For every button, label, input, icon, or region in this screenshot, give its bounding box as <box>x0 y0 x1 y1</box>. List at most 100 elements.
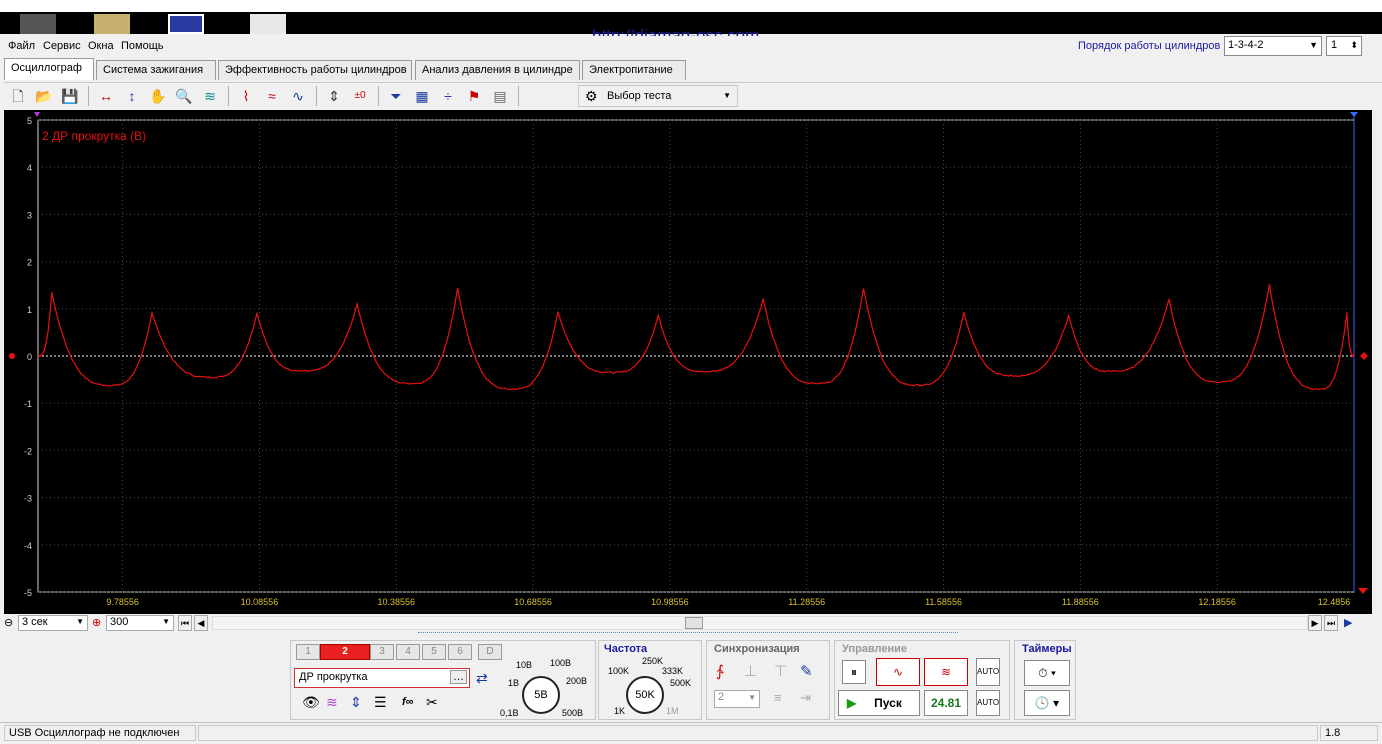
probe-browse-button[interactable]: … <box>450 670 467 684</box>
auto-icon: AUTO <box>977 667 1000 676</box>
probe-field[interactable]: ДР прокрутка… <box>294 668 470 688</box>
status-connection: USB Осциллограф не подключен <box>4 725 196 741</box>
timer-button-2[interactable]: 🕓 ▾ <box>1024 690 1070 716</box>
zero-level-marker-right[interactable] <box>1360 352 1368 360</box>
time-scale-combo[interactable]: 3 сек ▼ <box>18 615 88 631</box>
points-combo[interactable]: 300 ▼ <box>106 615 174 631</box>
scroll-track[interactable] <box>212 616 1308 630</box>
notes-icon[interactable]: ▤ <box>490 86 510 106</box>
funnel-filter-icon[interactable]: ⏷ <box>386 86 406 106</box>
chevron-down-icon: ▼ <box>1309 40 1318 50</box>
auto-run-button[interactable]: AUTO <box>976 690 1000 716</box>
start-label: Пуск <box>874 696 902 710</box>
cylinder-order-value: 1-3-4-2 <box>1228 39 1264 51</box>
auto-scale-icon[interactable]: ⇕ <box>324 86 344 106</box>
scroll-thumb[interactable] <box>685 617 703 629</box>
frequency-knob[interactable]: 50K <box>626 676 664 714</box>
channel-button-1[interactable]: 1 <box>296 644 320 660</box>
zero-level-icon[interactable]: ±0 <box>350 86 370 106</box>
x-tick-label: 10.98556 <box>651 597 689 607</box>
channel-button-6[interactable]: 6 <box>448 644 472 660</box>
waveform-compare-icon[interactable]: ≈ <box>262 86 282 106</box>
start-button[interactable]: ▶ Пуск <box>838 690 920 716</box>
function-icon[interactable]: f∞ <box>402 696 414 708</box>
channel-button-3[interactable]: 3 <box>370 644 394 660</box>
probe-swap-icon[interactable]: ⇄ <box>476 670 488 687</box>
voltage-label-1v: 1В <box>508 678 520 688</box>
channel-button-5[interactable]: 5 <box>422 644 446 660</box>
waveform-overlay-icon[interactable]: ∿ <box>288 86 308 106</box>
bottom-limit-marker <box>1358 588 1368 594</box>
timer-button-1[interactable]: ⏱ ▾ <box>1024 660 1070 686</box>
eye-icon[interactable]: 👁 <box>302 694 320 711</box>
cursor-vertical-icon[interactable]: ↕ <box>122 86 142 106</box>
test-select[interactable]: ⚙ Выбор теста ▼ <box>578 85 738 107</box>
vertical-shift-icon[interactable]: ⇕ <box>350 694 362 711</box>
tab-cylinder-efficiency[interactable]: Эффективность работы цилиндров <box>218 60 412 80</box>
sync-level-icon[interactable]: ≡ <box>774 690 782 705</box>
menu-windows[interactable]: Окна <box>88 40 114 52</box>
sync-channel-combo[interactable]: 2 ▼ <box>714 690 760 708</box>
sync-negative-pulse-icon[interactable]: ⊤ <box>774 662 787 680</box>
plus-circle-icon[interactable]: ⊕ <box>92 616 101 629</box>
single-mode-button[interactable]: ∿ <box>876 658 920 686</box>
cursor-horizontal-icon[interactable]: ↔ <box>96 86 116 106</box>
voltage-knob[interactable]: 5В <box>522 676 560 714</box>
continuous-mode-button[interactable]: ≋ <box>924 658 968 686</box>
stepper-arrows-icon[interactable]: ⬍ <box>1350 40 1358 51</box>
freq-label-1m: 1M <box>666 706 679 716</box>
toolbar-separator <box>88 86 89 106</box>
waveform-icon[interactable]: ≋ <box>326 694 338 711</box>
scroll-first-button[interactable]: ⏮ <box>178 615 192 631</box>
minus-circle-icon[interactable]: ⊖ <box>4 616 13 629</box>
right-cursor-marker[interactable] <box>1350 112 1358 117</box>
table-icon[interactable]: ▦ <box>412 86 432 106</box>
lines-icon[interactable]: ☰ <box>374 694 387 711</box>
chevron-down-icon: ▼ <box>162 617 170 626</box>
channel-button-4[interactable]: 4 <box>396 644 420 660</box>
split-icon[interactable]: ÷ <box>438 86 458 106</box>
menu-service[interactable]: Сервис <box>43 40 81 52</box>
freq-label-333k: 333K <box>662 666 684 676</box>
tab-ignition[interactable]: Система зажигания <box>96 60 216 80</box>
zero-level-marker-left[interactable] <box>9 353 15 359</box>
channel-label: 2 ДР прокрутка (В) <box>42 129 146 143</box>
save-icon[interactable]: 💾 <box>60 86 80 106</box>
scroll-prev-button[interactable]: ◀ <box>194 615 208 631</box>
channel-button-2[interactable]: 2 <box>320 644 370 660</box>
x-tick-label: 10.08556 <box>241 597 279 607</box>
play-arrow-icon[interactable]: ▶ <box>1344 616 1352 629</box>
layers-icon[interactable]: ≋ <box>200 86 220 106</box>
signal-filter-icon[interactable]: ⌇ <box>236 86 256 106</box>
sync-rising-edge-icon[interactable]: ∱ <box>716 662 724 680</box>
tools-icon[interactable]: ✂ <box>426 694 438 711</box>
scroll-last-button[interactable]: ⏭ <box>1324 615 1338 631</box>
sync-channel-value: 2 <box>718 691 725 703</box>
menu-file[interactable]: Файл <box>8 40 35 52</box>
sync-manual-icon[interactable]: ✎ <box>800 662 813 680</box>
open-folder-icon[interactable]: 📂 <box>34 86 54 106</box>
tab-pressure-analysis[interactable]: Анализ давления в цилиндре <box>415 60 580 80</box>
oscilloscope-screen[interactable]: 5 4 3 2 1 0 -1 -2 -3 -4 -5 9.78556 10.08556 10.38556 1… <box>4 110 1372 614</box>
freq-label-100k: 100K <box>608 666 630 676</box>
left-cursor-marker[interactable] <box>34 112 40 117</box>
auto-mode-button[interactable]: AUTO <box>976 658 1000 686</box>
marker-flag-icon[interactable]: ⚑ <box>464 86 484 106</box>
sync-positive-pulse-icon[interactable]: ⊥ <box>744 662 757 680</box>
pan-hand-icon[interactable]: ✋ <box>148 86 168 106</box>
scroll-next-button[interactable]: ▶ <box>1308 615 1322 631</box>
channel-button-d[interactable]: D <box>478 644 502 660</box>
x-tick-label: 12.18556 <box>1198 597 1236 607</box>
cylinder-count-stepper[interactable]: 1 ⬍ <box>1326 36 1362 56</box>
voltage-label-200v: 200В <box>566 676 588 686</box>
tab-power-supply[interactable]: Электропитание <box>582 60 686 80</box>
pause-button[interactable]: ⏸ <box>842 660 866 684</box>
pause-icon: ⏸ <box>850 665 857 679</box>
sync-delay-icon[interactable]: ⇥ <box>800 690 811 706</box>
menu-help[interactable]: Помощь <box>121 40 164 52</box>
cylinder-order-select[interactable]: 1-3-4-2 ▼ <box>1224 36 1322 56</box>
zoom-icon[interactable]: 🔍 <box>174 86 194 106</box>
new-file-icon[interactable]: 🗋 <box>8 86 28 106</box>
tab-oscilloscope[interactable]: Осциллограф <box>4 58 94 80</box>
time-scale-value: 3 сек <box>22 616 48 628</box>
